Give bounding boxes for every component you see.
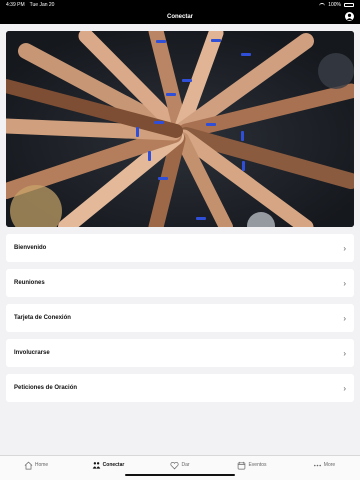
battery-icon — [344, 2, 354, 7]
hero-image — [6, 31, 354, 227]
tab-label: Eventos — [248, 462, 267, 468]
chevron-right-icon: › — [343, 383, 346, 393]
menu-item-tarjeta-de-conexion[interactable]: Tarjeta de Conexión › — [6, 304, 354, 332]
tab-label: More — [323, 462, 336, 468]
wifi-icon — [319, 2, 326, 7]
tab-bar: Home Conectar Dar Eventos More — [0, 455, 360, 480]
calendar-icon — [238, 461, 246, 469]
tab-dar[interactable]: Dar — [144, 456, 216, 480]
page-title: Conectar — [166, 13, 193, 20]
menu-item-label: Reuniones — [14, 280, 45, 286]
menu-item-label: Peticiones de Oración — [14, 385, 78, 391]
people-icon — [92, 461, 100, 469]
menu-list: Bienvenido › Reuniones › Tarjeta de Cone… — [6, 234, 354, 409]
menu-item-involucrarse[interactable]: Involucrarse › — [6, 339, 354, 367]
menu-item-label: Involucrarse — [14, 350, 50, 356]
tab-label: Home — [34, 462, 49, 468]
home-indicator — [125, 474, 235, 476]
chevron-right-icon: › — [343, 243, 346, 253]
chevron-right-icon: › — [343, 278, 346, 288]
tab-label: Dar — [181, 462, 190, 468]
chevron-right-icon: › — [343, 348, 346, 358]
heart-icon — [170, 461, 180, 469]
status-date: Tue Jan 20 — [29, 1, 55, 8]
tab-conectar[interactable]: Conectar — [72, 456, 144, 480]
tab-label: Conectar — [102, 462, 125, 468]
chevron-right-icon: › — [343, 313, 346, 323]
menu-item-reuniones[interactable]: Reuniones › — [6, 269, 354, 297]
profile-icon[interactable] — [345, 12, 354, 21]
status-bar: 4:39 PM Tue Jan 20 100% — [0, 0, 360, 9]
menu-item-label: Bienvenido — [14, 245, 47, 251]
tab-home[interactable]: Home — [0, 456, 72, 480]
house-icon — [24, 461, 33, 469]
menu-item-peticiones-de-oracion[interactable]: Peticiones de Oración › — [6, 374, 354, 402]
tab-eventos[interactable]: Eventos — [216, 456, 288, 480]
menu-item-bienvenido[interactable]: Bienvenido › — [6, 234, 354, 262]
status-time: 4:39 PM — [6, 1, 25, 8]
more-icon — [313, 464, 321, 466]
battery-percent: 100% — [328, 1, 341, 8]
menu-item-label: Tarjeta de Conexión — [14, 315, 71, 321]
navigation-bar: Conectar — [0, 9, 360, 24]
tab-more[interactable]: More — [288, 456, 360, 480]
